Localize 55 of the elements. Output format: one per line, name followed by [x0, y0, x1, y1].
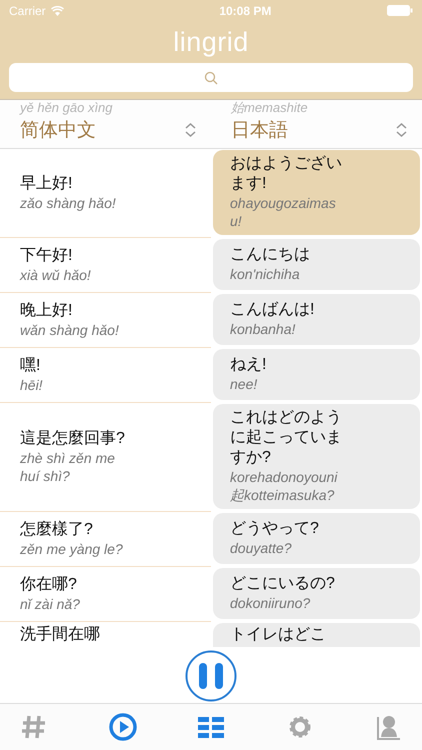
phrase-text: 下午好!: [20, 246, 74, 266]
language-picker[interactable]: 简体中文: [0, 116, 211, 148]
translation-romanization: kon'nichiha: [230, 265, 301, 283]
chevron-updown-icon: [395, 122, 408, 138]
translation-romanization: nee!: [230, 375, 258, 393]
phrase-romanization: hēi!: [20, 376, 44, 394]
status-time: 10:08 PM: [219, 4, 272, 18]
phrase-text: 洗手間在哪: [20, 624, 101, 644]
phrase-romanization: zǎo shàng hǎo!: [20, 194, 117, 212]
phrase-text: 嘿!: [20, 356, 42, 376]
phrase-text: 你在哪?: [20, 575, 78, 595]
translation-text: こんばんは!: [230, 300, 316, 320]
phrase-romanization: yě hěn gāo xìng: [18, 100, 114, 116]
translation-romanization: korehadonoyouni起kotteimasuka?: [230, 468, 339, 504]
phrase-romanization: wǎn shàng hǎo!: [20, 321, 120, 339]
translation-text: これはどのように起こっていますか?: [230, 408, 342, 468]
translation-romanization: ohayougozaimasu!: [230, 194, 337, 230]
translation-text: どこにいるの?: [230, 574, 336, 594]
translation-bubble[interactable]: トイレはどこ: [213, 623, 420, 647]
translation-text: おはようございます!: [230, 154, 342, 194]
translation-bubble[interactable]: こんにちは kon'nichiha: [213, 239, 420, 290]
person-icon[interactable]: [374, 713, 402, 741]
phrase-romanization: xià wǔ hǎo!: [20, 266, 92, 284]
translation-text: こんにちは: [230, 245, 311, 265]
translation-romanization: dokoniiruno?: [230, 594, 312, 612]
translation-romanization: douyatte?: [230, 539, 292, 557]
search-icon: [204, 70, 218, 84]
translation-bubble[interactable]: どうやって? douyatte?: [213, 513, 420, 564]
phrase-text: 怎麼樣了?: [20, 520, 94, 540]
hash-icon[interactable]: [20, 713, 48, 741]
translation-romanization: konbanha!: [230, 320, 296, 338]
search-field[interactable]: [9, 63, 413, 92]
pause-button[interactable]: [185, 650, 237, 702]
translation-bubble[interactable]: おはようございます! ohayougozaimasu!: [213, 150, 420, 235]
translation-bubble[interactable]: ねえ! nee!: [213, 349, 420, 400]
language-picker[interactable]: 日本語: [211, 116, 422, 148]
translation-bubble[interactable]: これはどのように起こっていますか? korehadonoyouni起kotteimasuka?: [213, 404, 420, 509]
phrase-romanization: zhè shì zěn me huí shì?: [20, 449, 116, 485]
chevron-updown-icon: [184, 122, 197, 138]
translation-text: トイレはどこ: [230, 625, 327, 645]
translation-text: どうやって?: [230, 519, 320, 539]
phrase-romanization: 始memashite: [230, 100, 309, 116]
phrase-text: 晚上好!: [20, 301, 74, 321]
wifi-icon: [50, 6, 64, 16]
carrier-label: Carrier: [9, 4, 46, 18]
translation-bubble[interactable]: こんばんは! konbanha!: [213, 294, 420, 345]
phrase-romanization: nǐ zài nǎ?: [20, 595, 81, 613]
phrase-text: 早上好!: [20, 174, 74, 194]
translation-bubble[interactable]: どこにいるの? dokoniiruno?: [213, 568, 420, 619]
app-logo: lingrid: [173, 26, 249, 58]
play-icon[interactable]: [108, 713, 136, 741]
battery-icon: [386, 5, 413, 16]
translation-text: ねえ!: [230, 355, 268, 375]
phrase-romanization: zěn me yàng le?: [20, 540, 124, 558]
phrase-text: 這是怎麼回事?: [20, 429, 126, 449]
